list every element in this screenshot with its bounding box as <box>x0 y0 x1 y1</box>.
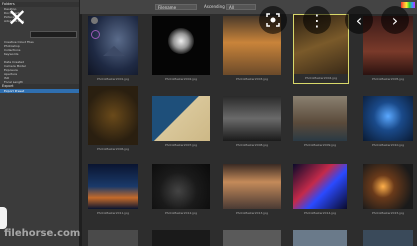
sort-select[interactable]: Filename <box>155 4 197 10</box>
thumbnail-caption: PhotoMaster2001.jpg <box>96 77 130 81</box>
thumbnail[interactable]: PhotoMaster2010.jpg <box>363 96 413 152</box>
thumbnail[interactable]: PhotoMaster2002.jpg <box>152 16 210 82</box>
thumbnail-image <box>363 230 413 246</box>
thumbnail-partial[interactable] <box>223 230 281 246</box>
thumbnail-partial[interactable] <box>363 230 413 246</box>
thumbnail[interactable]: PhotoMaster2012.jpg <box>152 164 210 224</box>
thumbnail[interactable]: PhotoMaster2007.jpg <box>152 96 210 152</box>
thumbnail-caption: PhotoMaster2005.jpg <box>371 77 405 81</box>
selected-badge-icon[interactable] <box>91 30 100 39</box>
filter-select[interactable]: All <box>226 4 256 10</box>
thumbnail[interactable]: PhotoMaster2008.jpg <box>223 96 281 152</box>
thumbnail-caption: PhotoMaster2011.jpg <box>96 211 130 215</box>
sidebar-selected-item[interactable]: Export Preset <box>0 89 79 93</box>
thumbnail-image <box>363 164 413 209</box>
sidebar: Folders Desktop Documents Pictures Adobe… <box>0 0 80 246</box>
thumbnail[interactable]: PhotoMaster2009.jpg <box>293 96 347 152</box>
thumbnail-caption: PhotoMaster2012.jpg <box>164 211 198 215</box>
thumbnail-image <box>88 230 138 246</box>
thumbnail-image <box>152 230 210 246</box>
thumbnail[interactable]: PhotoMaster2013.jpg <box>223 164 281 224</box>
thumbnail-image <box>88 16 138 75</box>
thumbnail-caption: PhotoMaster2007.jpg <box>164 143 198 147</box>
thumbnail-caption: PhotoMaster2004.jpg <box>304 76 338 80</box>
thumbnail-caption: PhotoMaster2015.jpg <box>371 211 405 215</box>
thumbnail[interactable]: PhotoMaster2001.jpg <box>88 16 138 82</box>
thumbnail-grid: PhotoMaster2001.jpg PhotoMaster2002.jpg … <box>82 14 417 246</box>
close-icon[interactable]: ✕ <box>4 5 30 31</box>
chevron-right-icon[interactable]: › <box>381 6 409 34</box>
thumbnail-image <box>152 164 210 209</box>
thumbnail-caption: PhotoMaster2006.jpg <box>96 147 130 151</box>
thumbnail-partial[interactable] <box>88 230 138 246</box>
thumbnail-image <box>293 164 347 209</box>
thumbnail-image <box>293 96 347 141</box>
thumbnail-caption: PhotoMaster2013.jpg <box>235 211 269 215</box>
thumbnail[interactable]: PhotoMaster2015.jpg <box>363 164 413 224</box>
side-panel-tab[interactable] <box>0 207 7 229</box>
thumbnail-image <box>293 230 347 246</box>
sidebar-export: Export Export Preset <box>0 84 79 93</box>
thumbnail-image <box>223 230 281 246</box>
sidebar-favorites: Creative Cloud Files Photoshop Collectio… <box>0 40 79 56</box>
thumbnail-caption: PhotoMaster2008.jpg <box>235 143 269 147</box>
lens-search-icon[interactable] <box>259 6 287 34</box>
photo-browser-app: Folders Desktop Documents Pictures Adobe… <box>0 0 417 246</box>
thumbnail-caption: PhotoMaster2002.jpg <box>164 77 198 81</box>
thumbnail-image <box>152 96 210 141</box>
rotate-left-icon[interactable] <box>91 17 98 24</box>
more-options-icon[interactable]: ⋮ <box>303 6 331 34</box>
thumbnail-image <box>88 164 138 209</box>
thumbnail-image <box>152 16 210 75</box>
thumbnail[interactable]: PhotoMaster2014.jpg <box>293 164 347 224</box>
watermark: filehorse.com <box>4 228 81 239</box>
thumbnail-image <box>363 96 413 141</box>
thumbnail-caption: PhotoMaster2003.jpg <box>235 77 269 81</box>
color-label-bar <box>401 2 415 8</box>
sidebar-search-field[interactable] <box>30 31 77 38</box>
sidebar-metadata: Date Created Camera Model Exposure Apert… <box>0 60 79 84</box>
thumbnail[interactable]: PhotoMaster2006.jpg <box>88 86 138 152</box>
chevron-left-icon[interactable]: ‹ <box>345 6 373 34</box>
sort-order-label[interactable]: Ascending <box>204 4 225 10</box>
thumbnail-caption: PhotoMaster2010.jpg <box>371 143 405 147</box>
thumbnail-partial[interactable] <box>152 230 210 246</box>
thumbnail-image <box>88 86 138 145</box>
thumbnail-caption: PhotoMaster2009.jpg <box>303 143 337 147</box>
thumbnail-image <box>223 96 281 141</box>
thumbnail-caption: PhotoMaster2014.jpg <box>303 211 337 215</box>
sidebar-item[interactable]: Keywords <box>0 52 79 56</box>
thumbnail[interactable]: PhotoMaster2011.jpg <box>88 164 138 224</box>
thumbnail-partial[interactable] <box>293 230 347 246</box>
thumbnail-image <box>223 164 281 209</box>
